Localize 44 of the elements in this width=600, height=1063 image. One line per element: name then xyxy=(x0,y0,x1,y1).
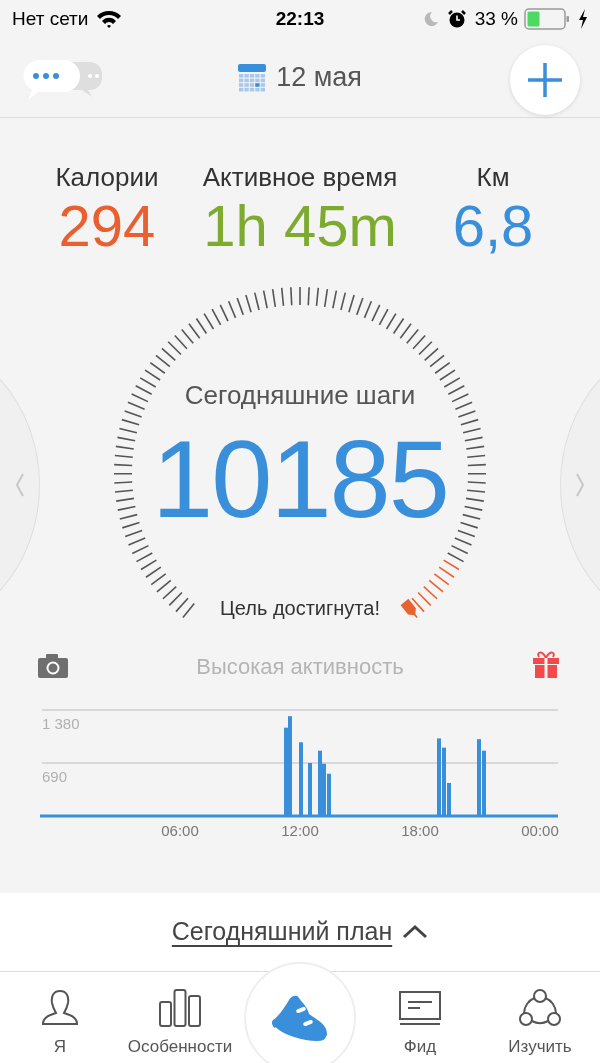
nav-tab[interactable]: Я xyxy=(40,972,80,1060)
activity-title: Высокая активность xyxy=(196,652,404,681)
card-icon xyxy=(398,990,442,1026)
stat-label: Активное время xyxy=(202,162,398,192)
alarm-icon xyxy=(446,9,467,29)
x-tick-label: 12:00 xyxy=(281,822,319,839)
goal-caption: Цель достигнута! xyxy=(220,596,380,621)
add-button[interactable] xyxy=(510,45,580,115)
charging-icon xyxy=(578,9,588,29)
battery-icon xyxy=(524,8,570,30)
y-tick-label: 1 380 xyxy=(42,715,80,732)
stat-label: Км xyxy=(476,162,510,192)
gauge-marker xyxy=(400,598,416,616)
x-tick-label: 18:00 xyxy=(401,822,439,839)
camera-icon[interactable] xyxy=(38,654,68,678)
bar-chart-icon xyxy=(158,988,202,1028)
nav-tab[interactable]: Изучить xyxy=(508,972,572,1060)
wifi-icon xyxy=(96,9,123,29)
moon-icon xyxy=(422,11,439,27)
chevron-left-icon xyxy=(15,472,25,498)
stat-value: 1h 45m xyxy=(203,194,397,258)
chart-bar xyxy=(308,763,312,816)
date-label[interactable]: 12 мая xyxy=(276,57,362,98)
clock-text: 22:13 xyxy=(274,6,326,31)
y-tick-label: 690 xyxy=(42,768,68,785)
connected-circles-icon xyxy=(519,988,561,1028)
plus-icon xyxy=(527,62,563,98)
gift-icon[interactable] xyxy=(532,650,560,678)
x-tick-label: 06:00 xyxy=(161,822,199,839)
x-tick-label: 00:00 xyxy=(521,822,559,839)
battery-text: 33 % xyxy=(474,6,518,31)
calendar-icon[interactable] xyxy=(238,63,267,92)
person-icon xyxy=(40,988,80,1028)
stat-label: Калории xyxy=(55,162,159,192)
carrier-text: Нет сети xyxy=(12,6,89,31)
nav-tab[interactable]: Фид xyxy=(398,972,442,1060)
chevron-right-icon xyxy=(575,472,585,498)
stat-value: 294 xyxy=(58,194,156,258)
plan-link[interactable]: Сегодняшний план xyxy=(171,913,393,951)
gauge-title: Сегодняшние шаги xyxy=(184,379,416,412)
nav-tab[interactable]: Особенности xyxy=(127,972,233,1060)
steps-count: 10185 xyxy=(152,419,448,539)
chevron-up-icon[interactable] xyxy=(402,924,429,940)
stat-value: 6,8 xyxy=(452,194,534,258)
